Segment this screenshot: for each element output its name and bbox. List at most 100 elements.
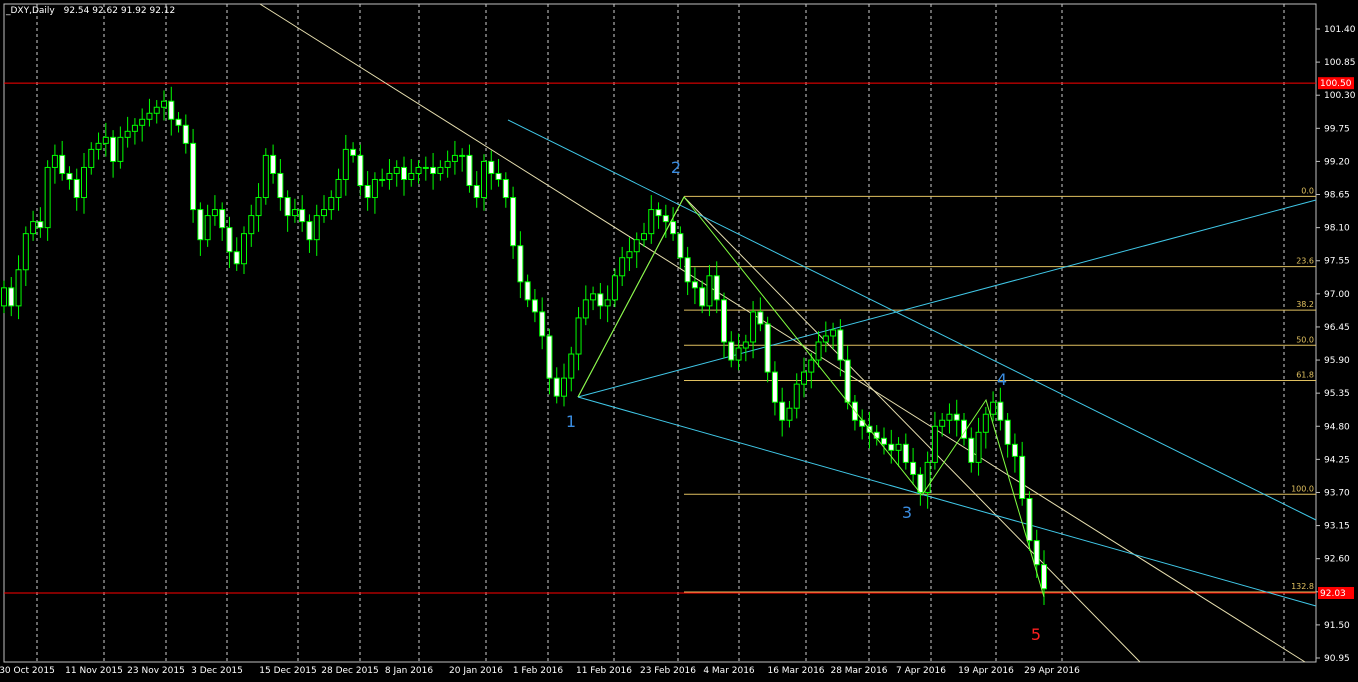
candle-body: [328, 197, 335, 211]
candle-body: [422, 166, 429, 169]
candle-body: [37, 221, 44, 229]
candle-body: [371, 178, 378, 199]
y-tick-label: 97.55: [1324, 257, 1350, 267]
candle-body: [44, 166, 51, 229]
candle-body: [1019, 455, 1026, 499]
candle-body: [1041, 564, 1047, 590]
chart-window[interactable]: _DXY,Daily 92.54 92.62 91.92 92.12 30 Oc…: [0, 0, 1358, 682]
candle-body: [721, 299, 727, 343]
candle-body: [764, 323, 771, 373]
candle-body: [779, 401, 786, 421]
candle-body: [430, 166, 437, 174]
candle-body: [873, 431, 880, 439]
fib-level-label: 132.8: [1291, 582, 1314, 591]
x-tick-label: 29 Apr 2016: [1024, 666, 1080, 676]
candle-body: [990, 401, 997, 415]
candle-body: [226, 227, 233, 253]
x-tick-label: 11 Nov 2015: [65, 666, 123, 676]
price-level-label: 92.03: [1320, 589, 1346, 599]
candle-body: [844, 359, 851, 403]
candle-body: [415, 166, 422, 174]
plot-frame: [3, 3, 1317, 663]
wave-label-4: 4: [997, 370, 1007, 389]
candle-body: [568, 353, 575, 379]
candle-body: [641, 233, 647, 241]
candle-body: [975, 431, 982, 463]
x-tick-label: 23 Feb 2016: [640, 666, 696, 676]
candle-body: [895, 443, 902, 451]
symbol-label: _DXY,Daily: [5, 6, 55, 16]
candle-body: [335, 178, 342, 199]
pale-trendline: [259, 3, 1306, 663]
candle-body: [611, 275, 618, 301]
candle-body: [590, 293, 597, 301]
candle-body: [8, 287, 15, 307]
x-tick-label: 15 Dec 2015: [259, 666, 317, 676]
y-tick-label: 93.15: [1324, 522, 1350, 532]
x-tick-label: 8 Jan 2016: [385, 666, 433, 676]
y-tick-label: 95.90: [1324, 356, 1350, 366]
candle-body: [881, 437, 887, 445]
candle-body: [902, 443, 909, 463]
candle-body: [801, 371, 807, 385]
candle-body: [437, 166, 444, 174]
x-tick-label: 23 Nov 2015: [127, 666, 185, 676]
wave-label-3: 3: [902, 503, 912, 522]
candle-body: [204, 215, 211, 241]
y-tick-label: 92.60: [1324, 555, 1350, 565]
y-tick-label: 96.45: [1324, 323, 1350, 333]
candle-body: [248, 215, 255, 235]
x-tick-label: 30 Oct 2015: [0, 666, 55, 676]
candle-body: [233, 251, 240, 265]
candle-body: [837, 329, 844, 361]
candle-body: [953, 413, 960, 421]
candle-body: [997, 401, 1004, 421]
y-tick-label: 98.10: [1324, 224, 1350, 234]
chart-header: _DXY,Daily 92.54 92.62 91.92 92.12: [5, 6, 175, 16]
candle-body: [466, 154, 473, 186]
fib-level-label: 23.6: [1296, 257, 1314, 266]
candle-body: [946, 413, 953, 421]
candle-body: [255, 197, 262, 217]
x-tick-label: 28 Dec 2015: [321, 666, 379, 676]
candle-body: [713, 275, 720, 301]
candle-body: [924, 461, 931, 493]
candle-body: [241, 233, 247, 265]
candle-body: [124, 130, 131, 138]
candle-body: [495, 172, 502, 180]
candle-body: [291, 209, 298, 217]
y-tick-label: 93.70: [1324, 488, 1350, 498]
candle-body: [168, 100, 175, 120]
candle-body: [1033, 540, 1040, 566]
candle-body: [888, 443, 895, 451]
wave-label-2: 2: [671, 158, 681, 177]
candle-body: [830, 329, 837, 337]
channel-line: [577, 396, 1317, 607]
candle-body: [153, 106, 160, 114]
candle-body: [481, 160, 487, 199]
candle-body: [51, 154, 58, 168]
price-chart[interactable]: _DXY,Daily 92.54 92.62 91.92 92.12 30 Oc…: [0, 0, 1358, 682]
candle-body: [553, 377, 560, 397]
candle-body: [604, 299, 611, 307]
candle-body: [699, 287, 706, 307]
candle-body: [182, 124, 189, 144]
candle-body: [968, 437, 975, 463]
candle-body: [350, 148, 357, 156]
candle-body: [190, 142, 197, 211]
y-tick-label: 97.00: [1324, 290, 1350, 300]
candle-body: [917, 473, 924, 493]
candle-body: [815, 341, 822, 361]
x-tick-label: 1 Feb 2016: [513, 666, 564, 676]
candle-body: [306, 221, 313, 241]
candle-body: [1011, 443, 1018, 457]
y-tick-label: 101.40: [1324, 25, 1356, 35]
candle-body: [408, 172, 415, 180]
channel-line: [507, 119, 1317, 521]
candle-body: [30, 221, 37, 235]
candle-body: [284, 197, 291, 217]
candle-body: [379, 178, 386, 181]
candle-body: [793, 383, 800, 409]
price-level-label: 100.50: [1320, 79, 1352, 89]
candle-body: [626, 251, 633, 259]
